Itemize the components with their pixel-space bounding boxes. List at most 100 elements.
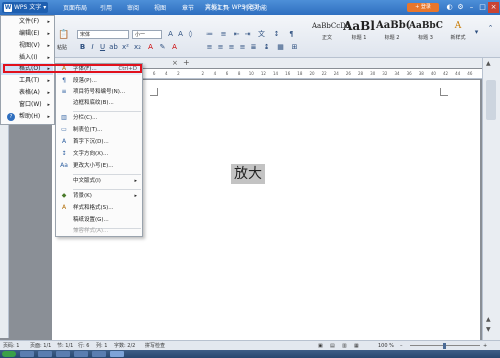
menu-item-manuscript-settings[interactable]: 稿纸设置(G)... <box>57 215 141 226</box>
style-heading-3[interactable]: AaBbC 标题 3 <box>409 19 443 49</box>
menu-help[interactable]: ? 帮助(H) ▸ <box>1 111 53 123</box>
style-heading-2[interactable]: AaBb(标题 2 <box>376 19 410 49</box>
align-center-icon[interactable]: ≡ <box>216 43 225 52</box>
menu-item-text-direction[interactable]: ↕ 文字方向(X)... <box>57 149 141 160</box>
tab-review[interactable]: 审阅 <box>123 3 143 15</box>
menu-label: 表格(A) <box>19 89 40 96</box>
align-right-icon[interactable]: ≡ <box>227 43 236 52</box>
zoom-slider-thumb[interactable] <box>443 343 446 349</box>
ruler-tick-label: 6 <box>153 71 156 76</box>
tab-page-layout[interactable]: 页面布局 <box>62 3 88 15</box>
font-size-select[interactable]: 小一 <box>132 30 162 39</box>
ruler-tick-label: 30 <box>370 71 376 76</box>
menu-item-chinese-layout[interactable]: 中文版式(I) ▸ <box>57 176 141 187</box>
start-button-icon[interactable] <box>2 351 16 357</box>
login-button[interactable]: + 登录 <box>407 3 439 12</box>
ruler-tick-label: 12 <box>261 71 267 76</box>
taskbar-app-icon[interactable] <box>20 351 34 357</box>
selected-text[interactable]: 放大 <box>231 164 265 184</box>
taskbar-app-icon[interactable] <box>38 351 52 357</box>
strikethrough-icon[interactable]: ab <box>109 43 118 52</box>
style-heading-1[interactable]: AaBl 标题 1 <box>343 19 375 49</box>
taskbar-app-icon[interactable] <box>92 351 106 357</box>
underline-icon[interactable]: U <box>98 43 107 52</box>
new-tab-icon[interactable]: + <box>183 58 190 67</box>
menu-item-label: 背景(K) <box>73 193 92 199</box>
menu-file[interactable]: 文件(F) ▸ <box>1 16 53 28</box>
increase-indent-icon[interactable]: ⇥ <box>243 30 252 39</box>
menu-item-label: 更改大小写(E)... <box>73 163 114 169</box>
taskbar-app-icon[interactable] <box>56 351 70 357</box>
menu-view[interactable]: 视图(V) ▸ <box>1 40 53 52</box>
highlight-annotation <box>3 64 142 73</box>
settings-icon[interactable]: ⚙ <box>455 2 466 13</box>
menu-item-paragraph[interactable]: ¶ 段落(P)... <box>57 76 141 87</box>
menu-item-bullets-numbering[interactable]: ≡ 项目符号和编号(N)... <box>57 87 141 98</box>
decrease-indent-icon[interactable]: ⇤ <box>232 30 241 39</box>
next-page-icon[interactable]: ▼ <box>486 326 491 333</box>
new-style-button[interactable]: A 新样式 <box>446 19 470 49</box>
menu-item-borders-shading[interactable]: 边框和底纹(B)... <box>57 98 141 109</box>
prev-page-icon[interactable]: ▲ <box>486 316 491 323</box>
bold-icon[interactable]: B <box>78 43 87 52</box>
minimize-icon[interactable]: – <box>466 2 477 13</box>
more-styles-icon[interactable]: ▾ <box>472 28 481 37</box>
italic-icon[interactable]: I <box>88 43 97 52</box>
ruler-tick-label: 46 <box>467 71 473 76</box>
horizontal-ruler: 6 4 2 2 4 6 8 10 12 14 16 18 20 22 24 26 28 30 32 34 36 38 40 4… <box>142 69 482 79</box>
paragraph-icon: ¶ <box>62 77 66 84</box>
maximize-icon[interactable]: □ <box>477 2 488 13</box>
menu-table[interactable]: 表格(A) ▸ <box>1 87 53 99</box>
tab-view[interactable]: 视图 <box>150 3 170 15</box>
wps-menu-button[interactable]: W WPS 文字 ▾ <box>2 2 48 13</box>
show-marks-icon[interactable]: ¶ <box>287 30 296 39</box>
borders-icon[interactable]: ⊞ <box>290 43 299 52</box>
menu-item-label: 段落(P)... <box>73 78 97 84</box>
sort-icon[interactable]: ↕ <box>272 30 281 39</box>
submenu-arrow-icon: ▸ <box>47 31 50 37</box>
shrink-font-icon[interactable]: A <box>176 30 185 39</box>
menu-item-change-case[interactable]: Aa 更改大小写(E)... <box>57 161 141 172</box>
menu-item-tab-stops[interactable]: ▭ 制表位(T)... <box>57 125 141 136</box>
submenu-arrow-icon: ▸ <box>47 90 50 96</box>
ruler-tick-label: 2 <box>177 71 180 76</box>
bullets-icon[interactable]: ≔ <box>205 30 214 39</box>
clear-format-icon[interactable]: ◊ <box>186 30 195 39</box>
menu-window[interactable]: 窗口(W) ▸ <box>1 99 53 111</box>
justify-icon[interactable]: ≡ <box>238 43 247 52</box>
menu-edit[interactable]: 编辑(E) ▸ <box>1 28 53 40</box>
highlight-icon[interactable]: ✎ <box>158 43 167 52</box>
tab-references[interactable]: 引用 <box>96 3 116 15</box>
style-normal[interactable]: AaBbCcDd 正文 <box>312 19 350 49</box>
scrollbar-thumb[interactable] <box>486 80 496 120</box>
line-spacing-icon[interactable]: ↨ <box>262 43 271 52</box>
paste-icon[interactable]: 📋 <box>58 30 69 42</box>
close-tab-icon[interactable]: × <box>172 59 178 67</box>
ribbon-collapse-icon[interactable]: ⌃ <box>486 24 495 33</box>
subscript-icon[interactable]: x₂ <box>133 43 142 52</box>
font-name-select[interactable]: 宋体 <box>77 30 129 39</box>
scroll-up-icon[interactable]: ▲ <box>486 60 491 67</box>
tab-chapter[interactable]: 章节 <box>178 3 198 15</box>
shading-icon[interactable]: ▦ <box>276 43 285 52</box>
menu-item-background[interactable]: ◆ 背景(K) ▸ <box>57 191 141 202</box>
skin-icon[interactable]: ◐ <box>444 2 455 13</box>
numbering-icon[interactable]: ≡ <box>219 30 228 39</box>
style-name: 标题 2 <box>384 35 400 41</box>
char-shading-icon[interactable]: A <box>170 43 179 52</box>
ruler-tick-label: 24 <box>334 71 340 76</box>
menu-item-styles-formatting[interactable]: A 样式和格式(S)... <box>57 203 141 214</box>
font-color-icon[interactable]: A <box>146 43 155 52</box>
style-preview: AaBbC <box>409 21 443 31</box>
menu-item-drop-cap[interactable]: A 首字下沉(D)... <box>57 137 141 148</box>
chinese-layout-icon[interactable]: 文 <box>257 30 266 39</box>
taskbar-app-icon[interactable] <box>74 351 88 357</box>
superscript-icon[interactable]: x² <box>121 43 130 52</box>
menu-tools[interactable]: 工具(T) ▸ <box>1 75 53 87</box>
grow-font-icon[interactable]: A <box>166 30 175 39</box>
close-icon[interactable]: × <box>488 2 499 13</box>
menu-item-columns[interactable]: ▥ 分栏(C)... <box>57 113 141 124</box>
align-left-icon[interactable]: ≡ <box>205 43 214 52</box>
taskbar-wps-icon[interactable] <box>110 351 124 357</box>
distribute-icon[interactable]: ≣ <box>249 43 258 52</box>
